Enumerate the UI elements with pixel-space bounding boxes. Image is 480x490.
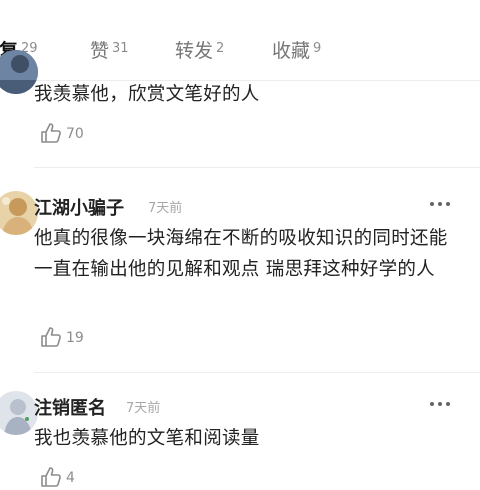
avatar[interactable] [0, 391, 38, 435]
tab-count: 9 [313, 41, 322, 56]
more-options-icon[interactable] [428, 200, 452, 208]
tab-likes[interactable]: 赞 31 [90, 36, 129, 62]
more-options-icon[interactable] [428, 400, 452, 408]
tab-label: 赞 [90, 40, 110, 62]
divider [34, 372, 480, 373]
like-count: 19 [66, 330, 84, 346]
comment-text: 他真的很像一块海绵在不断的吸收知识的同时还能一直在输出他的见解和观点 瑞思拜这种… [34, 228, 448, 280]
thumbs-up-icon [41, 327, 61, 347]
username[interactable]: 江湖小骗子 [34, 194, 124, 220]
tab-reposts[interactable]: 转发 2 [175, 36, 224, 62]
avatar[interactable] [0, 50, 38, 94]
comment-text: 我也羡慕他的文笔和阅读量 [34, 428, 260, 449]
tab-count: 2 [216, 41, 225, 56]
tab-label: 转发 [175, 40, 214, 62]
avatar[interactable] [0, 191, 38, 235]
thumbs-up-icon [41, 123, 61, 143]
timestamp: 7天前 [126, 401, 161, 416]
comment-tabs: 回复29 赞31 转发2 收藏9 [0, 0, 480, 81]
like-count: 4 [66, 470, 75, 486]
tab-count: 31 [112, 41, 129, 56]
tab-label: 收藏 [272, 40, 311, 62]
avatar-image [0, 50, 38, 94]
username[interactable]: 注销匿名 [34, 394, 106, 420]
avatar-image [0, 391, 38, 435]
thumbs-up-icon [41, 467, 61, 487]
timestamp: 7天前 [148, 201, 183, 216]
like-count: 70 [66, 126, 84, 142]
avatar-image [0, 191, 38, 235]
comment-text: 我羡慕他，欣赏文笔好的人 [34, 84, 260, 105]
divider [34, 167, 480, 168]
tab-favorites[interactable]: 收藏 9 [272, 36, 321, 62]
